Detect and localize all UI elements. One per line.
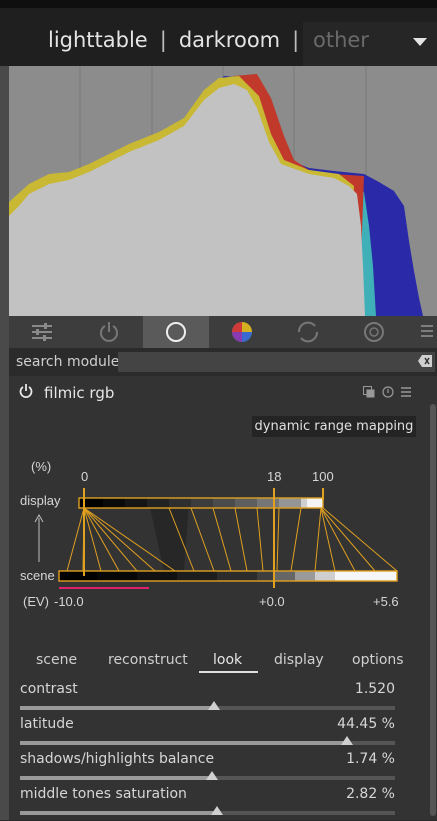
view-lighttable[interactable]: lighttable (48, 28, 148, 52)
graph-mode-label[interactable]: dynamic range mapping (252, 416, 416, 437)
display-tick-18: 18 (267, 469, 281, 484)
active-tab-indicator (199, 671, 258, 673)
lens-icon (364, 322, 384, 342)
shadow-wedge (149, 503, 189, 571)
presets-menu-icon[interactable] (400, 386, 412, 398)
view-tabs: lighttable | darkroom | (48, 28, 299, 52)
slider-knob[interactable] (208, 701, 220, 710)
module-group-tabs (9, 316, 437, 348)
chevron-down-icon (413, 38, 427, 46)
search-label: search module (16, 354, 120, 370)
tab-options[interactable]: options (352, 652, 404, 668)
power-icon[interactable] (19, 384, 33, 398)
dynamic-range-graph[interactable]: (%) 0 18 100 display scene (EV) -10.0 +0… (9, 446, 429, 616)
slider-fill (20, 706, 214, 710)
tab-color-modules[interactable] (209, 316, 275, 348)
scrollbar[interactable] (430, 404, 436, 816)
filmic-rgb-module: filmic rgb dynamic range mapping (%) 0 1… (9, 376, 437, 820)
presets-icon (32, 323, 52, 341)
slider-track[interactable] (20, 806, 395, 815)
scene-tick-min: -10.0 (54, 594, 84, 609)
histogram[interactable] (9, 66, 437, 316)
tab-presets[interactable] (9, 316, 75, 348)
scene-axis-label: scene (20, 568, 55, 583)
slider-label: contrast (20, 681, 78, 697)
latitude-slider[interactable]: latitude 44.45 % (20, 716, 395, 751)
slider-label: shadows/highlights balance (20, 751, 215, 767)
color-wheel-icon (232, 322, 252, 342)
tab-scene[interactable]: scene (36, 652, 77, 668)
tab-display[interactable]: display (274, 652, 324, 668)
slider-knob[interactable] (211, 806, 223, 815)
percent-label: (%) (31, 459, 51, 474)
search-input[interactable] (118, 352, 435, 372)
filmic-tabs: scene reconstruct look display options (9, 648, 429, 673)
multi-instance-icon[interactable] (363, 386, 375, 398)
slider-label: middle tones saturation (20, 786, 187, 802)
module-header[interactable]: filmic rgb (9, 376, 429, 406)
display-axis-label: display (20, 493, 61, 508)
view-separator: | (159, 28, 167, 52)
refresh-icon (297, 321, 319, 343)
contrast-slider[interactable]: contrast 1.520 (20, 681, 395, 716)
slider-track[interactable] (20, 701, 395, 710)
other-views-label: other (313, 28, 369, 52)
slider-value[interactable]: 1.520 (355, 681, 395, 697)
slider-track[interactable] (20, 736, 395, 745)
slider-value[interactable]: 2.82 % (346, 786, 395, 802)
tab-correct-modules[interactable] (275, 316, 341, 348)
scene-tick-mid: +0.0 (259, 594, 285, 609)
menu-icon[interactable] (421, 325, 433, 340)
tab-effect-modules[interactable] (341, 316, 407, 348)
slider-value[interactable]: 1.74 % (346, 751, 395, 767)
slider-value[interactable]: 44.45 % (337, 716, 395, 732)
ev-label: (EV) (23, 594, 49, 609)
power-icon (100, 322, 118, 342)
module-title: filmic rgb (44, 384, 115, 402)
tab-look[interactable]: look (213, 652, 242, 668)
slider-knob[interactable] (206, 771, 218, 780)
left-panel-edge (0, 66, 9, 820)
view-darkroom[interactable]: darkroom (179, 28, 280, 52)
middle-tones-saturation-slider[interactable]: middle tones saturation 2.82 % (20, 786, 395, 821)
mapping-lines (66, 507, 398, 572)
tab-active-modules[interactable] (76, 316, 142, 348)
scene-tick-max: +5.6 (373, 594, 399, 609)
slider-fill (20, 741, 347, 745)
display-tick-100: 100 (312, 469, 334, 484)
scene-bar (58, 570, 398, 582)
histogram-plot (9, 66, 423, 316)
circle-icon (166, 322, 186, 342)
display-bar (78, 497, 324, 509)
tab-reconstruct[interactable]: reconstruct (108, 652, 188, 668)
view-switcher-bar: lighttable | darkroom | other (0, 0, 437, 74)
clear-search-icon[interactable] (418, 355, 432, 367)
shadows-highlights-balance-slider[interactable]: shadows/highlights balance 1.74 % (20, 751, 395, 786)
reset-icon[interactable] (382, 386, 394, 398)
display-tick-0: 0 (81, 469, 88, 484)
tab-base-modules[interactable] (143, 316, 209, 348)
slider-label: latitude (20, 716, 74, 732)
view-separator: | (292, 28, 300, 52)
slider-knob[interactable] (341, 736, 353, 745)
slider-fill (20, 776, 212, 780)
search-module-bar: search module (9, 348, 437, 376)
slider-track[interactable] (20, 771, 395, 780)
slider-fill (20, 811, 217, 815)
